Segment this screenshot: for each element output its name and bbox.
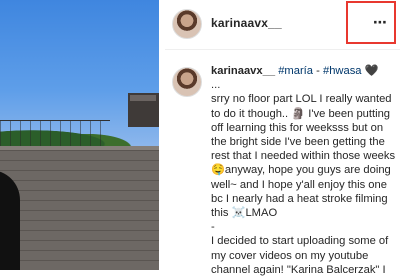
caption-line: I decided to start uploading some of [211, 235, 389, 248]
caption-line: 🤤anyway, hope you guys are doing [211, 164, 391, 177]
caption: karinaavx__ #maría - #hwasa 🖤 ... srry n… [211, 64, 396, 277]
caption-line: bc I nearly had a heat stroke filming [211, 192, 388, 205]
post-video[interactable] [0, 0, 159, 270]
caption-line: srry no floor part LOL I really wanted [211, 93, 392, 106]
hashtag-maria[interactable]: #maría [278, 65, 313, 77]
post-side-panel: karinaavx__ ⋯ karinaavx__ #maría - #hwas… [165, 0, 400, 276]
caption-username[interactable]: karinaavx__ [211, 65, 275, 77]
block-wall [0, 150, 159, 270]
caption-line: - [211, 221, 215, 234]
hashtag-hwasa[interactable]: #hwasa [323, 65, 362, 77]
header-username[interactable]: karinaavx__ [211, 16, 282, 30]
avatar[interactable] [172, 9, 202, 39]
caption-line: my cover videos on my youtube [211, 249, 369, 262]
caption-line: ... [211, 79, 221, 92]
caption-first-line: karinaavx__ #maría - #hwasa 🖤 [211, 64, 396, 78]
roof-edge [130, 95, 156, 101]
caption-line: off learning this for weeksss but on [211, 121, 384, 134]
caption-line: this ☠️LMAO [211, 207, 278, 220]
caption-line: rest that I needed within those weeks [211, 150, 396, 163]
caption-avatar[interactable] [172, 67, 202, 97]
heart-emoji: 🖤 [361, 65, 379, 77]
hashtag-separator: - [313, 65, 323, 77]
caption-line: the bright side I've been getting the [211, 136, 385, 149]
more-options-highlight [346, 1, 396, 44]
caption-line: to do it though.. 🗿 I've been putting [211, 107, 391, 120]
caption-line: well~ and I hope y'all enjoy this one [211, 178, 387, 191]
